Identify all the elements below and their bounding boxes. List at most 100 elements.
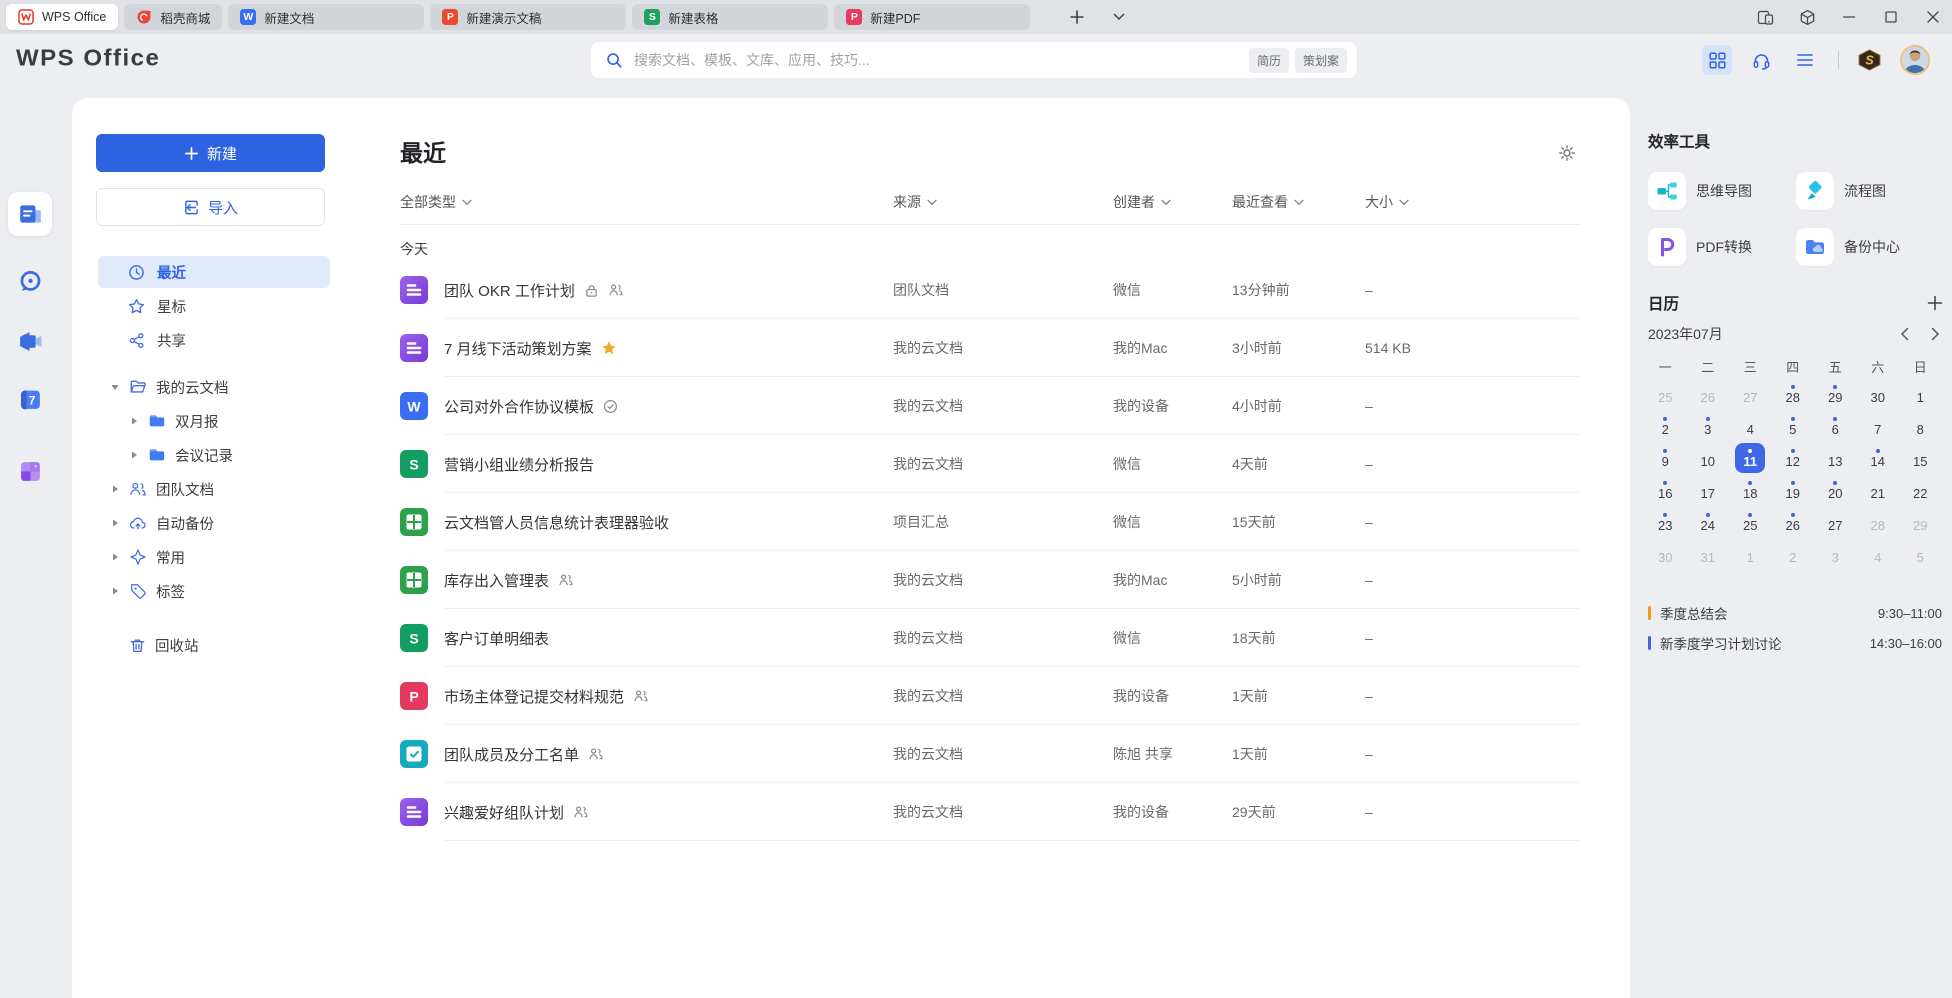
calendar-day[interactable]: 28 bbox=[1772, 378, 1815, 410]
calendar-day[interactable]: 29 bbox=[1899, 506, 1942, 538]
calendar-day[interactable]: 25 bbox=[1729, 506, 1772, 538]
file-row[interactable]: P市场主体登记提交材料规范我的云文档我的设备1天前– bbox=[400, 667, 1580, 725]
prev-month-button[interactable] bbox=[1900, 327, 1909, 341]
add-event-button[interactable] bbox=[1924, 292, 1946, 314]
vip-badge-icon[interactable]: S bbox=[1857, 49, 1882, 71]
devices-icon[interactable] bbox=[1756, 8, 1774, 26]
calendar-day[interactable]: 7 bbox=[1857, 410, 1900, 442]
calendar-day[interactable]: 29 bbox=[1814, 378, 1857, 410]
calendar-day[interactable]: 4 bbox=[1857, 538, 1900, 570]
rail-item-apps-purple-icon[interactable] bbox=[8, 449, 52, 493]
calendar-day[interactable]: 18 bbox=[1729, 474, 1772, 506]
tree-item-回收站[interactable]: 回收站 bbox=[72, 628, 355, 662]
calendar-event[interactable]: 季度总结会9:30–11:00 bbox=[1648, 598, 1946, 628]
global-search[interactable]: 简历策划案 bbox=[591, 42, 1357, 78]
file-row[interactable]: W公司对外合作协议模板我的云文档我的设备4小时前– bbox=[400, 377, 1580, 435]
filter-创建者[interactable]: 创建者 bbox=[1113, 192, 1232, 212]
file-row[interactable]: 7 月线下活动策划方案我的云文档我的Mac3小时前514 KB bbox=[400, 319, 1580, 377]
sidebar-item-共享[interactable]: 共享 bbox=[98, 324, 330, 356]
tree-item-我的云文档[interactable]: 我的云文档 bbox=[72, 370, 355, 404]
app-tab[interactable]: WPS Office bbox=[6, 4, 118, 30]
tool-流程图[interactable]: 流程图 bbox=[1796, 168, 1944, 214]
calendar-day[interactable]: 10 bbox=[1687, 442, 1730, 474]
caret-right-icon[interactable] bbox=[129, 450, 139, 460]
caret-right-icon[interactable] bbox=[110, 552, 120, 562]
search-tag[interactable]: 简历 bbox=[1249, 48, 1289, 73]
app-tab[interactable]: 稻壳商城 bbox=[124, 4, 222, 30]
sidebar-item-最近[interactable]: 最近 bbox=[98, 256, 330, 288]
list-settings-button[interactable] bbox=[1554, 140, 1580, 166]
app-tab[interactable]: P新建演示文稿 bbox=[430, 4, 626, 30]
file-row[interactable]: 团队成员及分工名单我的云文档陈旭 共享1天前– bbox=[400, 725, 1580, 783]
calendar-day[interactable]: 9 bbox=[1644, 442, 1687, 474]
rail-item-documents-icon[interactable] bbox=[8, 192, 52, 236]
tree-item-标签[interactable]: 标签 bbox=[72, 574, 355, 608]
apps-grid-icon[interactable] bbox=[1702, 45, 1732, 75]
minimize-icon[interactable] bbox=[1840, 8, 1858, 26]
calendar-day[interactable]: 4 bbox=[1729, 410, 1772, 442]
calendar-day[interactable]: 8 bbox=[1899, 410, 1942, 442]
file-row[interactable]: 团队 OKR 工作计划团队文档微信13分钟前– bbox=[400, 261, 1580, 319]
calendar-day-selected[interactable]: 11 bbox=[1729, 442, 1772, 474]
calendar-day[interactable]: 26 bbox=[1687, 378, 1730, 410]
calendar-day[interactable]: 1 bbox=[1729, 538, 1772, 570]
calendar-event[interactable]: 新季度学习计划讨论14:30–16:00 bbox=[1648, 628, 1946, 658]
maximize-icon[interactable] bbox=[1882, 8, 1900, 26]
close-icon[interactable] bbox=[1924, 8, 1942, 26]
tree-item-自动备份[interactable]: 自动备份 bbox=[72, 506, 355, 540]
file-row[interactable]: 云文档管人员信息统计表理器验收项目汇总微信15天前– bbox=[400, 493, 1580, 551]
tree-item-常用[interactable]: 常用 bbox=[72, 540, 355, 574]
calendar-day[interactable]: 20 bbox=[1814, 474, 1857, 506]
calendar-day[interactable]: 27 bbox=[1814, 506, 1857, 538]
search-tag[interactable]: 策划案 bbox=[1295, 48, 1347, 73]
cube-icon[interactable] bbox=[1798, 8, 1816, 26]
filter-大小[interactable]: 大小 bbox=[1365, 192, 1580, 212]
calendar-day[interactable]: 19 bbox=[1772, 474, 1815, 506]
tree-item-团队文档[interactable]: 团队文档 bbox=[72, 472, 355, 506]
caret-right-icon[interactable] bbox=[110, 484, 120, 494]
calendar-day[interactable]: 16 bbox=[1644, 474, 1687, 506]
tool-PDF转换[interactable]: PDF转换 bbox=[1648, 224, 1796, 270]
filter-最近查看[interactable]: 最近查看 bbox=[1232, 192, 1365, 212]
calendar-day[interactable]: 23 bbox=[1644, 506, 1687, 538]
calendar-day[interactable]: 31 bbox=[1687, 538, 1730, 570]
caret-right-icon[interactable] bbox=[110, 586, 120, 596]
app-tab[interactable]: P新建PDF bbox=[834, 4, 1030, 30]
file-row[interactable]: 库存出入管理表我的云文档我的Mac5小时前– bbox=[400, 551, 1580, 609]
app-tab[interactable]: S新建表格 bbox=[632, 4, 828, 30]
rail-item-calendar-7-icon[interactable]: 7 bbox=[8, 377, 52, 421]
calendar-day[interactable]: 21 bbox=[1857, 474, 1900, 506]
calendar-day[interactable]: 30 bbox=[1857, 378, 1900, 410]
calendar-day[interactable]: 30 bbox=[1644, 538, 1687, 570]
file-row[interactable]: S客户订单明细表我的云文档微信18天前– bbox=[400, 609, 1580, 667]
calendar-day[interactable]: 25 bbox=[1644, 378, 1687, 410]
tool-备份中心[interactable]: 备份中心 bbox=[1796, 224, 1944, 270]
headset-icon[interactable] bbox=[1746, 45, 1776, 75]
user-avatar[interactable] bbox=[1900, 45, 1930, 75]
caret-right-icon[interactable] bbox=[129, 416, 139, 426]
calendar-day[interactable]: 2 bbox=[1772, 538, 1815, 570]
calendar-day[interactable]: 26 bbox=[1772, 506, 1815, 538]
filter-全部类型[interactable]: 全部类型 bbox=[400, 192, 893, 212]
calendar-day[interactable]: 3 bbox=[1814, 538, 1857, 570]
caret-down-icon[interactable] bbox=[110, 382, 120, 392]
calendar-day[interactable]: 1 bbox=[1899, 378, 1942, 410]
tree-item-会议记录[interactable]: 会议记录 bbox=[72, 438, 355, 472]
calendar-day[interactable]: 13 bbox=[1814, 442, 1857, 474]
rail-item-meeting-icon[interactable] bbox=[8, 319, 52, 363]
calendar-day[interactable]: 12 bbox=[1772, 442, 1815, 474]
calendar-day[interactable]: 5 bbox=[1772, 410, 1815, 442]
calendar-day[interactable]: 3 bbox=[1687, 410, 1730, 442]
menu-icon[interactable] bbox=[1790, 45, 1820, 75]
tab-list-dropdown[interactable] bbox=[1106, 4, 1132, 30]
calendar-day[interactable]: 5 bbox=[1899, 538, 1942, 570]
caret-right-icon[interactable] bbox=[110, 518, 120, 528]
calendar-day[interactable]: 28 bbox=[1857, 506, 1900, 538]
rail-item-chat-icon[interactable] bbox=[8, 259, 52, 303]
search-input[interactable] bbox=[632, 51, 1234, 69]
import-button[interactable]: 导入 bbox=[96, 188, 325, 226]
calendar-day[interactable]: 17 bbox=[1687, 474, 1730, 506]
new-document-button[interactable]: 新建 bbox=[96, 134, 325, 172]
app-tab[interactable]: W新建文档 bbox=[228, 4, 424, 30]
new-tab-button[interactable] bbox=[1064, 4, 1090, 30]
